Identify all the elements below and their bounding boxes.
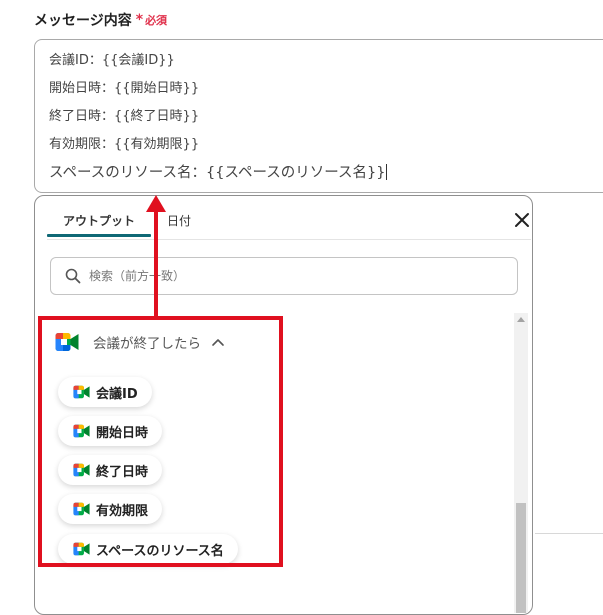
variable-chip-expiry[interactable]: 有効期限 bbox=[58, 494, 163, 524]
google-meet-icon bbox=[55, 333, 79, 351]
variable-chip-meeting-id[interactable]: 会議ID bbox=[58, 377, 152, 407]
divider-line bbox=[535, 533, 603, 534]
scroll-up-arrow[interactable] bbox=[517, 317, 525, 322]
group-title: 会議が終了したら bbox=[93, 336, 201, 352]
message-line-text: スペースのリソース名：{{スペースのリソース名}} bbox=[49, 165, 386, 181]
google-meet-icon bbox=[73, 424, 90, 438]
search-icon bbox=[65, 268, 81, 284]
tab-divider bbox=[47, 239, 531, 240]
chip-label: 会議ID bbox=[96, 386, 138, 402]
text-caret bbox=[386, 164, 388, 180]
message-line-last: スペースのリソース名：{{スペースのリソース名}} bbox=[49, 162, 603, 190]
tab-output[interactable]: アウトプット bbox=[63, 212, 135, 229]
google-meet-icon bbox=[73, 542, 90, 556]
scroll-thumb[interactable] bbox=[516, 503, 526, 613]
tab-date[interactable]: 日付 bbox=[167, 212, 191, 229]
variable-chip-start-time[interactable]: 開始日時 bbox=[58, 416, 163, 446]
message-line: 開始日時：{{開始日時}} bbox=[49, 81, 200, 96]
close-icon[interactable] bbox=[512, 210, 532, 230]
variable-chip-end-time[interactable]: 終了日時 bbox=[58, 455, 163, 485]
group-header[interactable]: 会議が終了したら bbox=[55, 329, 225, 355]
required-star: * bbox=[135, 12, 144, 28]
chevron-up-icon[interactable] bbox=[211, 337, 225, 347]
google-meet-icon bbox=[73, 463, 90, 477]
scrollbar[interactable] bbox=[514, 313, 528, 613]
panel-tabs: アウトプット 日付 bbox=[47, 196, 532, 240]
required-text: 必須 bbox=[145, 14, 168, 27]
variable-chip-space-resource-name[interactable]: スペースのリソース名 bbox=[58, 534, 238, 564]
chip-label: 終了日時 bbox=[96, 464, 149, 480]
message-textarea[interactable]: 会議ID：{{会議ID}} 開始日時：{{開始日時}} 終了日時：{{終了日時}… bbox=[34, 39, 603, 193]
search-input[interactable] bbox=[87, 268, 471, 284]
chip-label: スペースのリソース名 bbox=[96, 543, 224, 559]
message-line: 有効期限：{{有効期限}} bbox=[49, 137, 200, 152]
field-label-text: メッセージ内容 bbox=[34, 13, 132, 29]
message-line: 会議ID：{{会議ID}} bbox=[49, 53, 175, 68]
search-box bbox=[50, 257, 518, 295]
active-tab-indicator bbox=[47, 234, 151, 237]
message-field-label: メッセージ内容 * 必須 bbox=[34, 10, 167, 30]
chip-label: 開始日時 bbox=[96, 425, 149, 441]
google-meet-icon bbox=[73, 385, 90, 399]
message-line: 終了日時：{{終了日時}} bbox=[49, 109, 200, 124]
variable-picker-panel: アウトプット 日付 会議が終了したら bbox=[34, 195, 533, 615]
chip-label: 有効期限 bbox=[96, 503, 149, 519]
google-meet-icon bbox=[73, 502, 90, 516]
